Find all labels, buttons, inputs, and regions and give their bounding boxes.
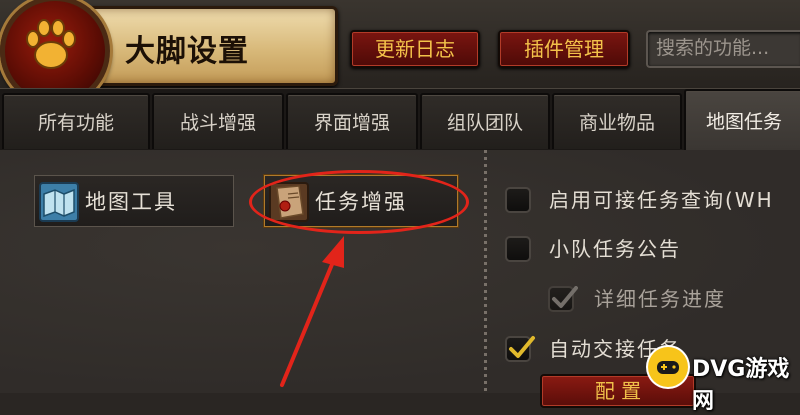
panel-divider: [484, 150, 487, 393]
annotation-highlight-ellipse: [249, 170, 469, 234]
subcategory-map-tools[interactable]: 地图工具: [34, 175, 234, 227]
option-label: 详细任务进度: [594, 287, 726, 311]
option-label: 启用可接任务查询(WH: [549, 188, 774, 212]
subcategory-label: 地图工具: [85, 190, 177, 214]
tab-interface[interactable]: 界面增强: [286, 93, 418, 149]
header-bar: 大脚设置 更新日志 插件管理: [0, 0, 800, 106]
tab-trade-items[interactable]: 商业物品: [552, 93, 682, 149]
checkbox[interactable]: [505, 187, 531, 213]
search-input[interactable]: [648, 32, 800, 64]
app-title: 大脚设置: [125, 34, 249, 69]
title-banner: 大脚设置: [70, 6, 338, 86]
checkmark-icon: [552, 286, 578, 308]
option-label: 小队任务公告: [549, 237, 681, 261]
watermark-text: DVG游戏网: [692, 357, 790, 414]
checkbox[interactable]: [505, 236, 531, 262]
checkmark-icon: [509, 336, 535, 358]
search-box[interactable]: [646, 30, 800, 68]
tab-combat[interactable]: 战斗增强: [152, 93, 284, 149]
checkbox-checked[interactable]: [548, 286, 578, 312]
category-tabs: 所有功能 战斗增强 界面增强 组队团队 商业物品 地图任务: [0, 88, 800, 151]
tab-party-raid[interactable]: 组队团队: [420, 93, 550, 149]
tab-map-quest[interactable]: 地图任务: [684, 89, 800, 151]
plugin-manager-button[interactable]: 插件管理: [498, 30, 630, 68]
site-watermark: DVG游戏网: [648, 345, 798, 414]
map-icon: [39, 182, 79, 222]
gamepad-icon: [648, 347, 688, 387]
checkbox-checked[interactable]: [505, 336, 535, 362]
tab-all-features[interactable]: 所有功能: [2, 93, 150, 149]
changelog-button[interactable]: 更新日志: [350, 30, 480, 68]
